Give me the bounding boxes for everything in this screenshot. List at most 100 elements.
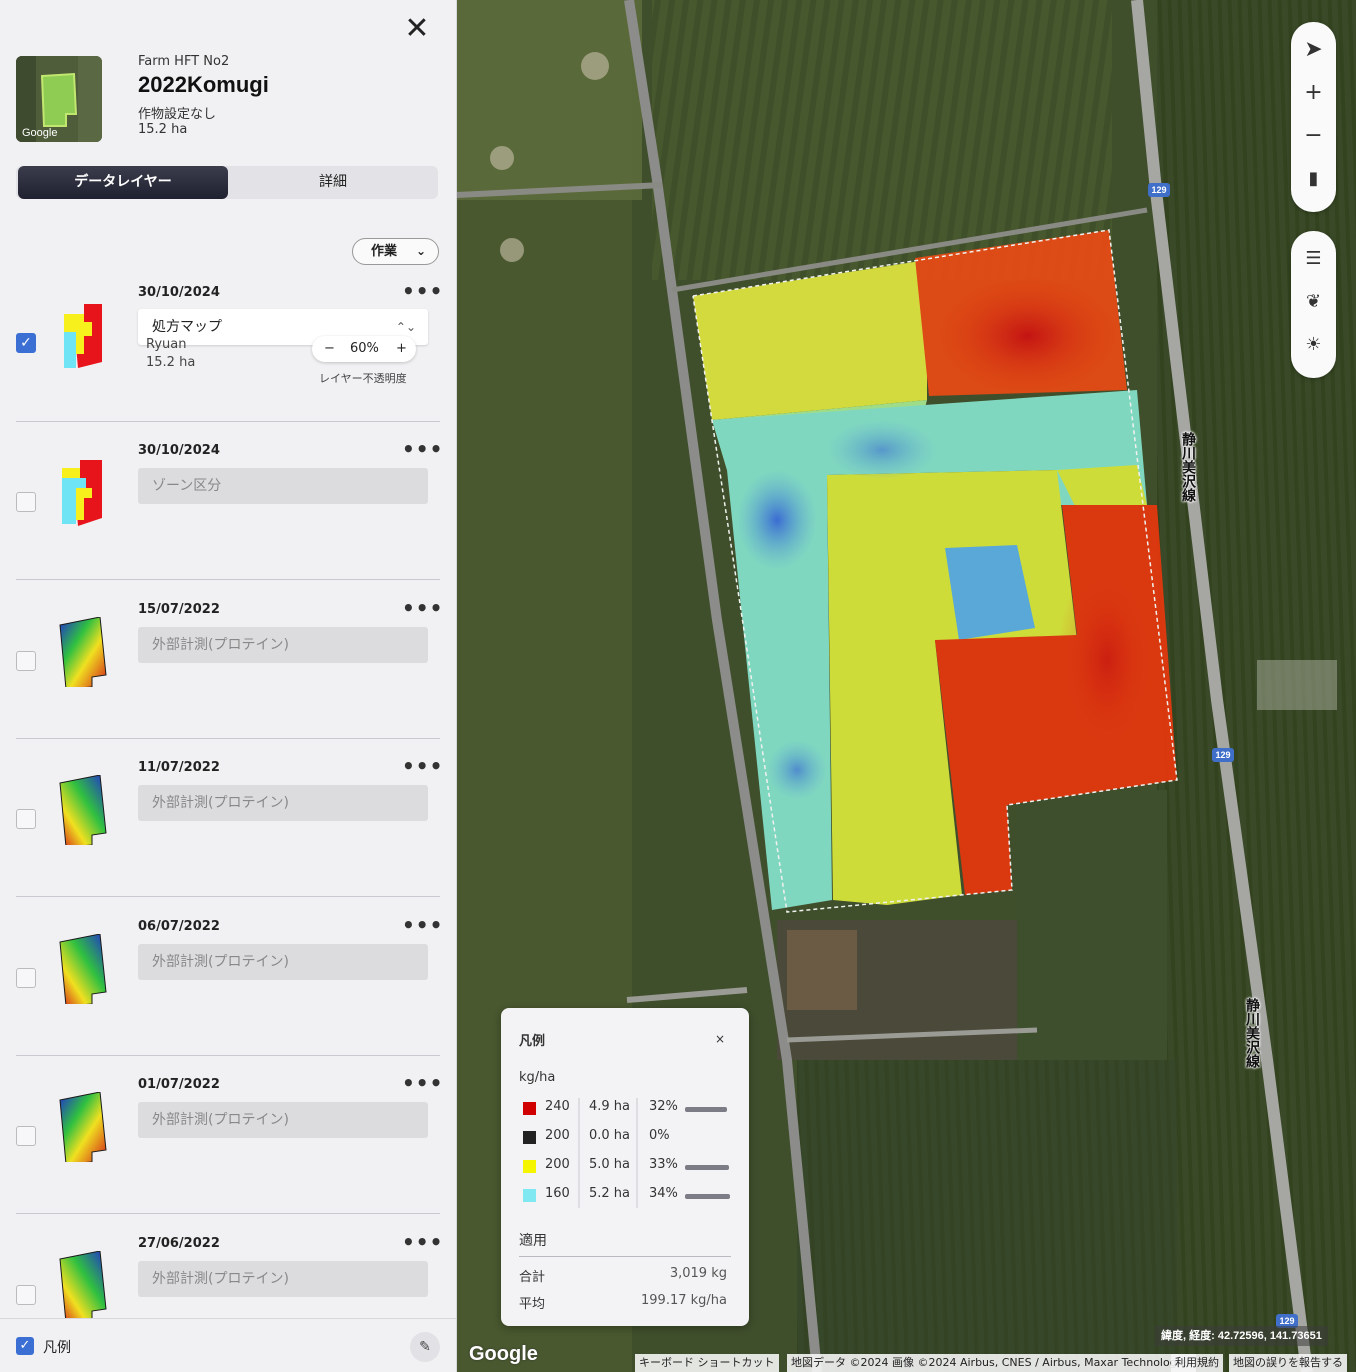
protein-thumbnail [59,1251,107,1321]
legend-area: 5.2 ha [589,1186,631,1201]
opacity-stepper: − 60% + [312,336,416,362]
layer-checkbox[interactable] [16,492,36,512]
legend-value: 160 [545,1186,570,1201]
legend-value: 200 [545,1128,570,1143]
my-location-icon[interactable]: ➤ [1291,28,1336,71]
road-number-badge: 129 [1148,183,1170,197]
layer-type-value: 外部計測(プロテイン) [152,637,289,653]
legend-percent: 0% [649,1128,670,1143]
field-area: 15.2 ha [138,122,188,137]
report-error-link[interactable]: 地図の誤りを報告する [1229,1354,1347,1372]
legend-checkbox[interactable]: ✓ [16,1337,34,1355]
satellite-map[interactable]: 129 129 129 静川美沢線 静川美沢線 ➤ + − ▮ ☰ ❦ ☀ 凡例… [457,0,1356,1372]
layer-type-value: ゾーン区分 [152,478,222,494]
close-panel-button[interactable]: ✕ [402,14,432,44]
legend-divider [519,1256,731,1257]
more-options-icon[interactable]: ••• [402,281,443,301]
protein-thumbnail [59,1092,107,1162]
layer-checkbox[interactable] [16,651,36,671]
layer-checkbox[interactable] [16,968,36,988]
more-options-icon[interactable]: ••• [402,598,443,618]
layer-date: 06/07/2022 [138,919,220,934]
map-nav-controls: ➤ + − ▮ [1291,22,1336,212]
zoom-out-button[interactable]: − [1291,114,1336,157]
layer-item: 11/07/2022 ••• 外部計測(プロテイン) [16,739,443,897]
google-logo: Google [469,1343,538,1365]
layer-type-value: 外部計測(プロテイン) [152,954,289,970]
work-dropdown[interactable]: 作業 ⌄ [352,238,439,265]
legend-percent: 34% [649,1186,678,1201]
legend-color-swatch [523,1189,536,1202]
layer-type-value: 外部計測(プロテイン) [152,1271,289,1287]
tab-data-layer[interactable]: データレイヤー [18,166,228,199]
legend-percent: 32% [649,1099,678,1114]
keyboard-shortcuts-link[interactable]: キーボード ショートカット [635,1354,779,1372]
opacity-decrease-button[interactable]: − [324,336,335,362]
prescription-thumbnail [64,304,102,368]
layer-type-select[interactable]: 外部計測(プロテイン) [138,944,428,980]
layer-item: ✓ 30/10/2024 ••• 処方マップ ⌃⌄ Ryuan 15.2 ha … [16,264,443,422]
layer-item: 30/10/2024 ••• ゾーン区分 [16,422,443,580]
protein-thumbnail [59,934,107,1004]
google-watermark: Google [22,127,58,139]
legend-row: 240 4.9 ha 32% [519,1098,739,1120]
layer-type-select[interactable]: 外部計測(プロテイン) [138,785,428,821]
panel-tabs: データレイヤー 詳細 [16,166,438,199]
layer-item: 15/07/2022 ••• 外部計測(プロテイン) [16,581,443,739]
layer-type-select[interactable]: 外部計測(プロテイン) [138,1261,428,1297]
legend-share-bar [685,1107,727,1112]
field-thumbnail: Google [16,56,102,142]
legend-value: 200 [545,1157,570,1172]
terms-link[interactable]: 利用規約 [1171,1354,1223,1372]
layer-type-select[interactable]: 外部計測(プロテイン) [138,1102,428,1138]
legend-row: 200 5.0 ha 33% [519,1156,739,1178]
legend-value: 240 [545,1099,570,1114]
layer-item: 01/07/2022 ••• 外部計測(プロテイン) [16,1056,443,1214]
layer-type-value: 処方マップ [152,319,222,335]
layer-type-value: 外部計測(プロテイン) [152,1112,289,1128]
layers-icon[interactable]: ☰ [1291,237,1336,280]
chevron-down-icon: ⌄ [415,244,426,258]
layer-checkbox[interactable] [16,809,36,829]
map-data-attribution: 地図データ ©2024 画像 ©2024 Airbus, CNES / Airb… [787,1354,1197,1372]
legend-toggle-label: 凡例 [43,1340,71,1356]
pencil-icon[interactable]: ✎ [410,1332,440,1362]
tab-detail[interactable]: 詳細 [228,166,438,199]
total-value: 3,019 kg [669,1266,727,1281]
layer-date: 30/10/2024 [138,443,220,458]
zoom-in-button[interactable]: + [1291,71,1336,114]
protein-thumbnail [59,617,107,687]
layer-owner: Ryuan 15.2 ha [146,336,195,372]
weather-icon[interactable]: ☀ [1291,323,1336,366]
legend-area: 0.0 ha [589,1128,631,1143]
zone-thumbnail [62,460,102,526]
layer-checkbox[interactable]: ✓ [16,333,36,353]
more-options-icon[interactable]: ••• [402,1073,443,1093]
layer-sidebar: ✕ Google Farm HFT No2 2022Komugi 作物設定なし … [0,0,457,1372]
opacity-increase-button[interactable]: + [396,336,407,362]
legend-row: 160 5.2 ha 34% [519,1185,739,1207]
average-label: 平均 [519,1297,546,1312]
road-number-badge: 129 [1212,748,1234,762]
layer-checkbox[interactable] [16,1285,36,1305]
more-options-icon[interactable]: ••• [402,915,443,935]
legend-color-swatch [523,1102,536,1115]
protein-thumbnail [59,775,107,845]
layer-type-select[interactable]: ゾーン区分 [138,468,428,504]
legend-share-bar [685,1194,730,1199]
legend-area: 4.9 ha [589,1099,631,1114]
layer-checkbox[interactable] [16,1126,36,1146]
total-label: 合計 [519,1270,546,1285]
road-name-label: 静川美沢線 [1181,432,1197,502]
legend-area: 5.0 ha [589,1157,631,1172]
more-options-icon[interactable]: ••• [402,439,443,459]
plant-icon[interactable]: ❦ [1291,280,1336,323]
work-dropdown-label: 作業 [371,244,398,259]
more-options-icon[interactable]: ••• [402,756,443,776]
more-options-icon[interactable]: ••• [402,1232,443,1252]
legend-share-bar [685,1165,729,1170]
road-name-label: 静川美沢線 [1245,998,1261,1068]
legend-color-swatch [523,1131,536,1144]
layer-type-select[interactable]: 外部計測(プロテイン) [138,627,428,663]
map-type-icon[interactable]: ▮ [1291,157,1336,200]
